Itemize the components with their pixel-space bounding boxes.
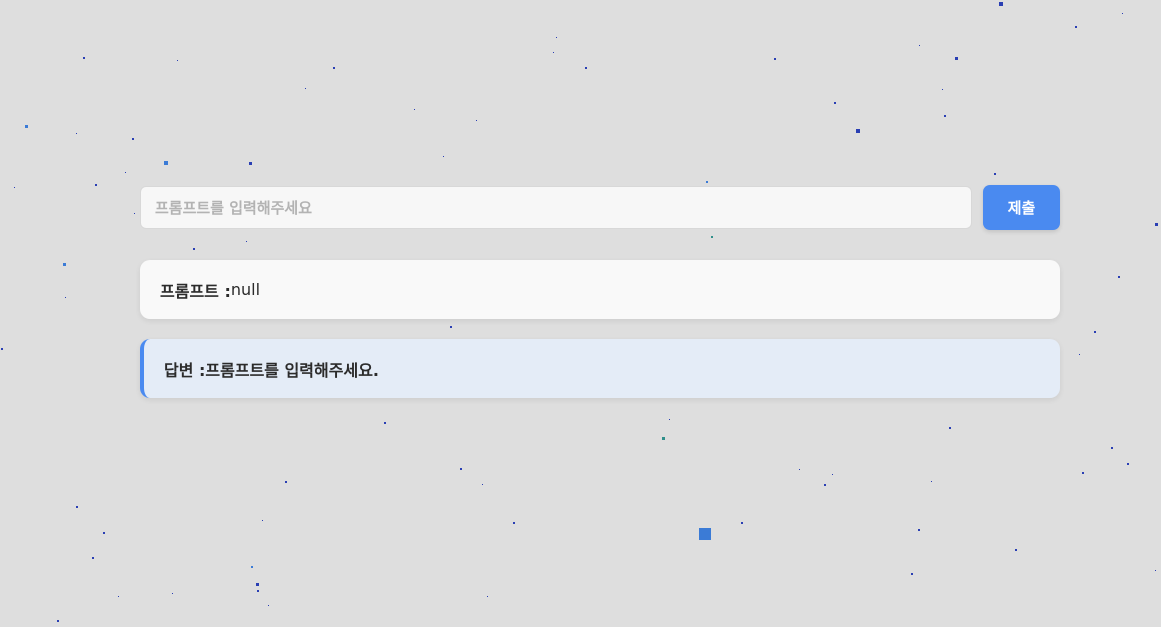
star-dot xyxy=(949,427,951,429)
prompt-input[interactable] xyxy=(140,186,972,229)
star-dot xyxy=(774,58,776,60)
star-dot xyxy=(92,557,94,559)
star-dot xyxy=(856,129,860,133)
star-dot xyxy=(944,115,946,117)
star-dot xyxy=(669,419,670,420)
star-dot xyxy=(832,474,833,475)
star-dot xyxy=(1118,276,1120,278)
star-dot xyxy=(711,236,713,238)
star-dot xyxy=(132,138,134,140)
star-dot xyxy=(1122,13,1123,14)
star-dot xyxy=(513,522,515,524)
star-dot xyxy=(1127,463,1129,465)
star-dot xyxy=(125,172,126,173)
star-dot xyxy=(305,88,306,89)
star-dot xyxy=(256,583,259,586)
star-dot xyxy=(1155,570,1156,571)
star-dot xyxy=(824,484,826,486)
star-dot xyxy=(476,120,477,121)
star-dot xyxy=(799,469,800,470)
star-dot xyxy=(246,241,247,242)
answer-card: 답변 : 프롬프트를 입력해주세요. xyxy=(140,339,1060,398)
star-dot xyxy=(14,187,15,188)
star-dot xyxy=(999,2,1003,6)
star-dot xyxy=(585,67,587,69)
star-dot xyxy=(76,506,78,508)
star-dot xyxy=(942,89,943,90)
prompt-label: 프롬프트 : xyxy=(160,281,231,301)
star-dot xyxy=(994,173,996,175)
star-dot xyxy=(164,161,168,165)
star-dot xyxy=(95,184,97,186)
answer-label: 답변 : xyxy=(164,360,206,380)
star-dot xyxy=(384,422,386,424)
star-dot xyxy=(834,102,836,104)
star-dot xyxy=(285,481,287,483)
star-dot xyxy=(118,596,119,597)
star-dot xyxy=(911,573,913,575)
star-dot xyxy=(931,481,932,482)
star-dot xyxy=(919,45,920,46)
submit-button[interactable]: 제출 xyxy=(983,185,1060,230)
star-dot xyxy=(177,60,178,61)
star-dot xyxy=(193,248,195,250)
star-dot xyxy=(487,596,488,597)
star-dot xyxy=(460,468,462,470)
star-dot xyxy=(918,529,920,531)
star-dot xyxy=(482,484,483,485)
star-dot xyxy=(414,109,415,110)
star-dot xyxy=(1082,472,1084,474)
star-dot xyxy=(65,297,66,298)
answer-value: 프롬프트를 입력해주세요. xyxy=(205,360,379,380)
star-dot xyxy=(333,67,335,69)
star-dot xyxy=(1079,354,1080,355)
star-dot xyxy=(450,326,452,328)
star-dot xyxy=(57,620,59,622)
prompt-form: 제출 xyxy=(140,185,1060,230)
star-dot xyxy=(1155,223,1158,226)
star-dot xyxy=(251,566,253,568)
star-dot xyxy=(249,162,252,165)
star-dot xyxy=(443,156,444,157)
star-dot xyxy=(741,522,743,524)
star-dot xyxy=(25,125,28,128)
star-dot xyxy=(1015,549,1017,551)
star-dot xyxy=(955,57,958,60)
star-dot xyxy=(1,348,3,350)
star-dot xyxy=(662,437,665,440)
star-dot xyxy=(172,593,173,594)
prompt-value: null xyxy=(230,280,261,299)
star-dot xyxy=(706,181,708,183)
star-dot xyxy=(76,133,77,134)
star-dot xyxy=(63,263,66,266)
star-dot xyxy=(1111,447,1113,449)
star-dot xyxy=(553,52,554,53)
star-dot xyxy=(268,605,269,606)
star-dot xyxy=(134,213,135,214)
star-dot xyxy=(83,57,85,59)
star-dot xyxy=(1094,331,1096,333)
prompt-card: 프롬프트 : null xyxy=(140,260,1060,319)
star-dot xyxy=(262,520,263,521)
star-dot xyxy=(257,590,259,592)
star-dot xyxy=(1075,26,1077,28)
star-dot xyxy=(699,528,711,540)
star-dot xyxy=(103,532,105,534)
star-dot xyxy=(556,37,557,38)
